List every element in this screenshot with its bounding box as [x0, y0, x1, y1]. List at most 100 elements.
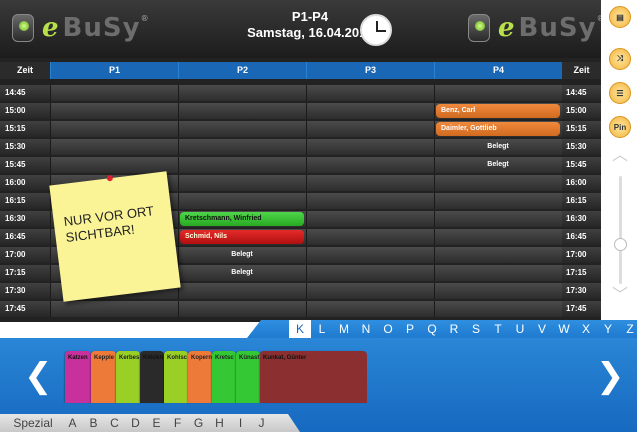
time-row: 14:45 14:45 [0, 85, 601, 101]
letter-tab-f[interactable]: F [167, 414, 188, 432]
zoom-slider[interactable] [619, 176, 622, 284]
contact-card[interactable]: Künast [236, 351, 260, 403]
contact-card[interactable]: Kohlsc [164, 351, 188, 403]
time-label-right: 17:00 [562, 247, 601, 263]
time-slot-p2[interactable] [178, 193, 306, 209]
contact-card[interactable]: Kunkat, Günter [260, 351, 367, 403]
time-slot-p2[interactable] [178, 139, 306, 155]
pin-button-label: Pin [613, 122, 627, 132]
letter-tab-q[interactable]: Q [421, 320, 443, 338]
time-row: 17:45 17:45 [0, 301, 601, 317]
chevron-left-icon[interactable]: ❮ [24, 356, 53, 396]
time-slot-p4[interactable] [434, 211, 562, 227]
belegt-marker: Belegt [487, 161, 509, 168]
contact-card[interactable]: Kepple [91, 351, 116, 403]
letter-tab-v[interactable]: V [531, 320, 553, 338]
letter-tab-u[interactable]: U [509, 320, 531, 338]
letter-tab-e[interactable]: E [146, 414, 167, 432]
appointment[interactable]: Daimler, Gottlieb [436, 122, 560, 136]
time-slot-p4[interactable] [434, 229, 562, 245]
letter-tab-w[interactable]: W [553, 320, 575, 338]
time-slot-p1[interactable] [50, 121, 178, 137]
time-label: 17:45 [0, 301, 50, 317]
column-header-p1[interactable]: P1 [50, 62, 178, 79]
time-slot-p3[interactable] [306, 265, 434, 281]
time-slot-p3[interactable] [306, 121, 434, 137]
presentation-button[interactable]: ▤ [609, 6, 631, 28]
time-slot-p3[interactable] [306, 211, 434, 227]
contact-card[interactable]: Katzen [65, 351, 91, 403]
time-slot-p2[interactable] [178, 157, 306, 173]
time-label: 16:00 [0, 175, 50, 191]
appointment[interactable]: Schmid, Nils [180, 230, 304, 244]
time-slot-p1[interactable] [50, 139, 178, 155]
time-slot-p2[interactable] [178, 175, 306, 191]
time-slot-p3[interactable] [306, 157, 434, 173]
time-slot-p2[interactable] [178, 121, 306, 137]
letter-tab-x[interactable]: X [575, 320, 597, 338]
contact-card[interactable]: Klöckn [140, 351, 164, 403]
column-header-p4[interactable]: P4 [434, 62, 562, 79]
time-slot-p4[interactable] [434, 85, 562, 101]
letter-tab-l[interactable]: L [311, 320, 333, 338]
time-slot-p4[interactable] [434, 283, 562, 299]
time-slot-p4[interactable] [434, 247, 562, 263]
letter-tab-g[interactable]: G [188, 414, 209, 432]
time-slot-p3[interactable] [306, 247, 434, 263]
contact-card[interactable]: Kopern [188, 351, 212, 403]
time-slot-p2[interactable] [178, 103, 306, 119]
letter-tab-z[interactable]: Z [619, 320, 637, 338]
time-slot-p3[interactable] [306, 85, 434, 101]
appointment[interactable]: Benz, Carl [436, 104, 560, 118]
column-header-p2[interactable]: P2 [178, 62, 306, 79]
time-slot-p3[interactable] [306, 103, 434, 119]
contact-card[interactable]: Kretsc [212, 351, 236, 403]
time-slot-p1[interactable] [50, 301, 178, 317]
letter-tab-m[interactable]: M [333, 320, 355, 338]
letter-tab-a[interactable]: A [62, 414, 83, 432]
column-header-p3[interactable]: P3 [306, 62, 434, 79]
letter-tab-n[interactable]: N [355, 320, 377, 338]
time-slot-p2[interactable] [178, 85, 306, 101]
time-slot-p4[interactable] [434, 193, 562, 209]
pin-button[interactable]: Pin [609, 116, 631, 138]
letter-tab-spezial[interactable]: Spezial [4, 414, 62, 432]
letter-tab-o[interactable]: O [377, 320, 399, 338]
letter-tab-i[interactable]: I [230, 414, 251, 432]
shuffle-button[interactable]: ⤨ [609, 48, 631, 70]
letter-tab-c[interactable]: C [104, 414, 125, 432]
time-slot-p1[interactable] [50, 103, 178, 119]
letter-tab-h[interactable]: H [209, 414, 230, 432]
time-slot-p1[interactable] [50, 157, 178, 173]
time-slot-p4[interactable] [434, 175, 562, 191]
time-slot-p3[interactable] [306, 229, 434, 245]
letter-tab-y[interactable]: Y [597, 320, 619, 338]
chevron-right-icon[interactable]: ❯ [596, 356, 625, 396]
time-slot-p3[interactable] [306, 283, 434, 299]
time-slot-p3[interactable] [306, 193, 434, 209]
letter-tab-j[interactable]: J [251, 414, 272, 432]
letter-tab-r[interactable]: R [443, 320, 465, 338]
time-slot-p4[interactable] [434, 301, 562, 317]
letter-tab-b[interactable]: B [83, 414, 104, 432]
appointment[interactable]: Kretschmann, Winfried [180, 212, 304, 226]
sticky-note: NUR VOR ORT SICHTBAR! [49, 171, 181, 302]
time-slot-p4[interactable] [434, 265, 562, 281]
letter-tab-t[interactable]: T [487, 320, 509, 338]
letter-tab-p[interactable]: P [399, 320, 421, 338]
time-slot-p2[interactable] [178, 283, 306, 299]
scroll-down-icon[interactable]: ﹀ [611, 287, 629, 303]
scroll-up-icon[interactable]: ︿ [611, 147, 629, 163]
time-slot-p3[interactable] [306, 139, 434, 155]
list-button[interactable]: ☰ [609, 82, 631, 104]
letter-tab-d[interactable]: D [125, 414, 146, 432]
contact-card[interactable]: Kerbes [116, 351, 140, 403]
time-slot-p2[interactable] [178, 301, 306, 317]
time-slot-p3[interactable] [306, 301, 434, 317]
zoom-slider-thumb[interactable] [614, 238, 627, 251]
time-label: 15:30 [0, 139, 50, 155]
letter-tab-k[interactable]: K [289, 320, 311, 338]
time-slot-p1[interactable] [50, 85, 178, 101]
letter-tab-s[interactable]: S [465, 320, 487, 338]
time-slot-p3[interactable] [306, 175, 434, 191]
